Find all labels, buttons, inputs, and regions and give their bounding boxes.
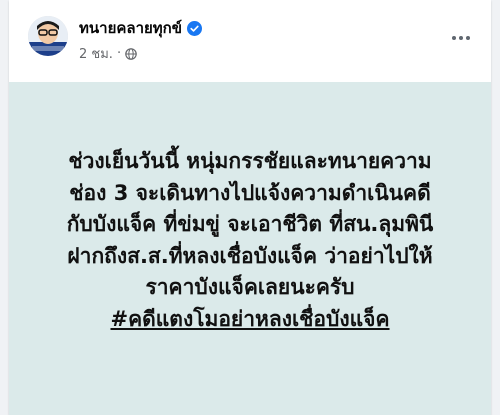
- post-line: ช่อง 3 จะเดินทางไปแจ้งความดำเนินคดี: [69, 180, 431, 205]
- post-text-background: ช่วงเย็นวันนี้ หนุ่มกรรชัยและทนายความ ช่…: [9, 82, 491, 415]
- post-header: ทนายคลายทุกข์ 2 ชม. ·: [9, 0, 491, 82]
- hashtag-link[interactable]: #คดีแตงโมอย่าหลงเชื่อบังแจ็ค: [110, 307, 389, 331]
- more-dot: [466, 36, 470, 40]
- post-line: ราคาบังแจ็คเลยนะครับ: [145, 275, 355, 299]
- avatar-image: [28, 16, 68, 56]
- globe-icon: [125, 47, 137, 60]
- post-text: ช่วงเย็นวันนี้ หนุ่มกรรชัยและทนายความ ช่…: [9, 146, 491, 335]
- meta-separator: ·: [116, 46, 122, 61]
- author-name-row: ทนายคลายทุกข์: [79, 16, 203, 40]
- more-options-button[interactable]: [449, 26, 473, 50]
- author-avatar[interactable]: [28, 16, 68, 56]
- more-dot: [459, 36, 463, 40]
- post-line: ฝากถึงส.ส.ที่หลงเชื่อบังแจ็ค ว่าอย่าไปให…: [67, 243, 433, 268]
- post-line: ช่วงเย็นวันนี้ หนุ่มกรรชัยและทนายความ: [68, 149, 432, 173]
- post-line: กับบังแจ็ค ที่ข่มขู่ จะเอาชีวิต ที่สน.ลุ…: [66, 212, 434, 236]
- verified-badge-icon: [187, 20, 203, 36]
- post-meta: 2 ชม. ·: [79, 43, 137, 64]
- more-dot: [452, 36, 456, 40]
- author-name[interactable]: ทนายคลายทุกข์: [79, 16, 182, 40]
- post-time[interactable]: 2 ชม.: [79, 43, 113, 64]
- post-card: ทนายคลายทุกข์ 2 ชม. · ช่วงเย็นวันนี้ หนุ…: [9, 0, 491, 415]
